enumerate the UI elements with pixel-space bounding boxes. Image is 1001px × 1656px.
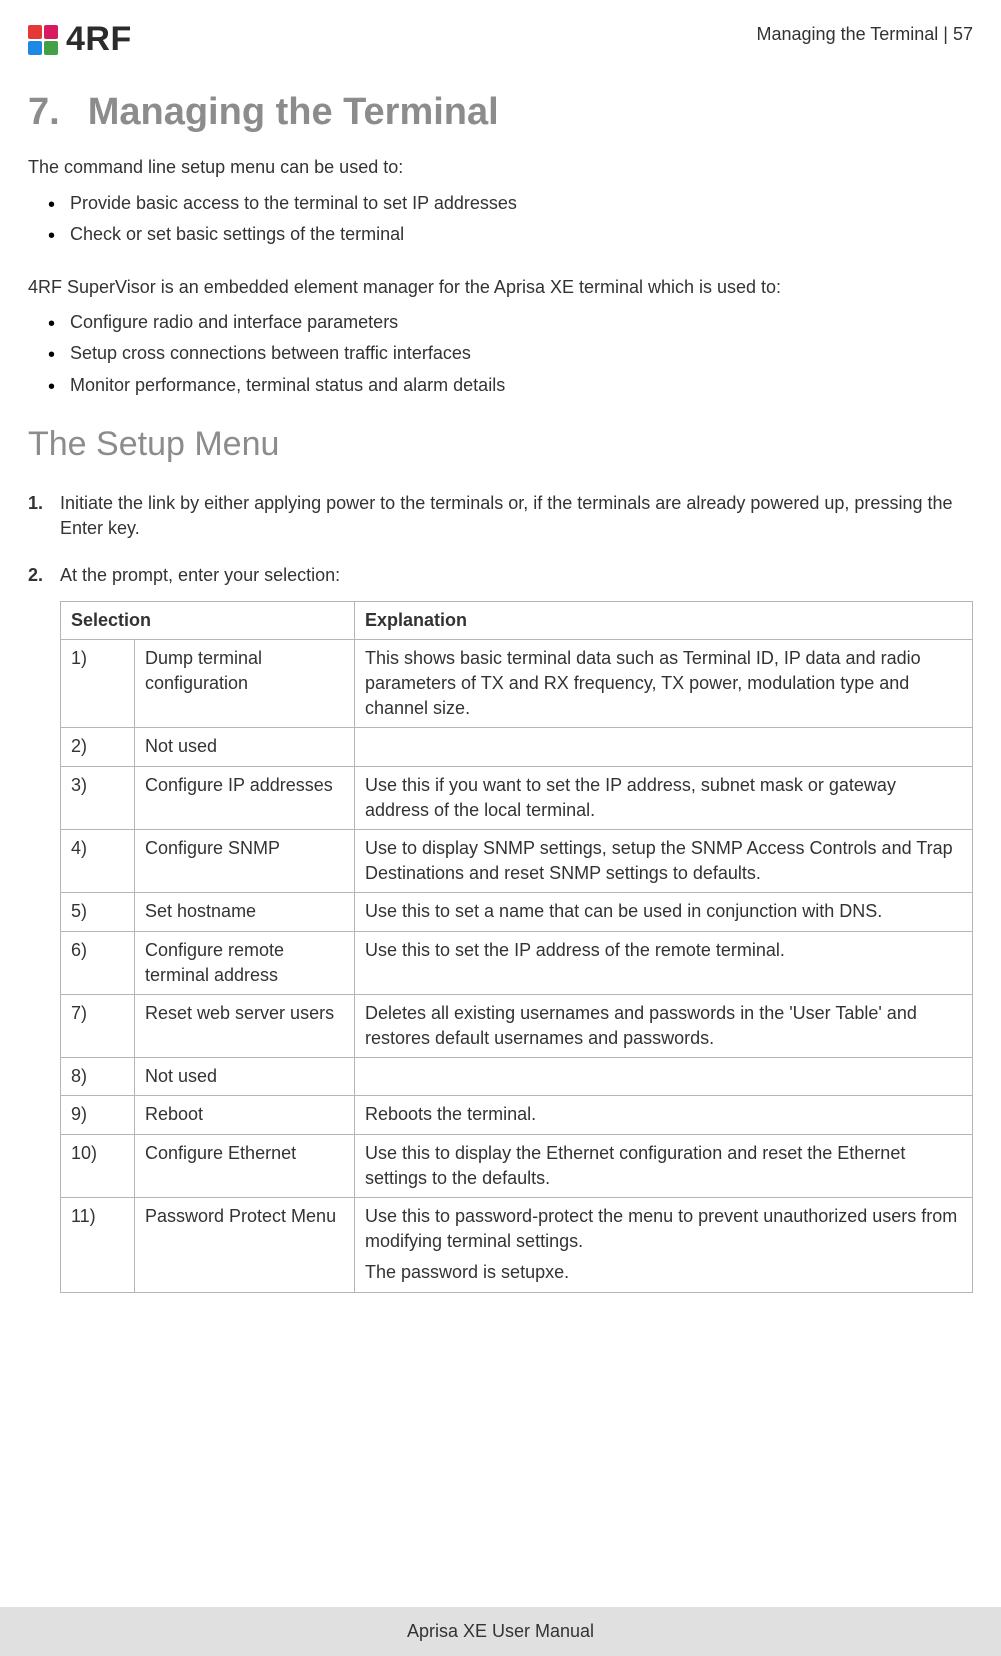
cell-explanation bbox=[355, 728, 973, 766]
cell-selection: Configure IP addresses bbox=[135, 766, 355, 829]
step-item: Initiate the link by either applying pow… bbox=[28, 491, 973, 541]
cell-explanation: This shows basic terminal data such as T… bbox=[355, 639, 973, 728]
cell-number: 10) bbox=[61, 1134, 135, 1197]
cell-selection: Set hostname bbox=[135, 893, 355, 931]
table-row: 2)Not used bbox=[61, 728, 973, 766]
section-title: The Setup Menu bbox=[28, 426, 973, 463]
chapter-title: 7. Managing the Terminal bbox=[28, 92, 973, 134]
table-header-explanation: Explanation bbox=[355, 601, 973, 639]
table-row: 4)Configure SNMPUse to display SNMP sett… bbox=[61, 829, 973, 892]
cell-explanation: Use this if you want to set the IP addre… bbox=[355, 766, 973, 829]
table-row: 1)Dump terminal configurationThis shows … bbox=[61, 639, 973, 728]
table-row: 3)Configure IP addressesUse this if you … bbox=[61, 766, 973, 829]
list-item: Configure radio and interface parameters bbox=[40, 310, 973, 335]
table-row: 7)Reset web server usersDeletes all exis… bbox=[61, 994, 973, 1057]
bullet-list-2: Configure radio and interface parameters… bbox=[28, 310, 973, 398]
bullet-list-1: Provide basic access to the terminal to … bbox=[28, 191, 973, 247]
cell-explanation: Use this to password-protect the menu to… bbox=[355, 1198, 973, 1293]
cell-number: 5) bbox=[61, 893, 135, 931]
table-row: 5)Set hostnameUse this to set a name tha… bbox=[61, 893, 973, 931]
table-row: 11)Password Protect MenuUse this to pass… bbox=[61, 1198, 973, 1293]
logo-mark-icon bbox=[28, 25, 58, 55]
cell-selection: Reset web server users bbox=[135, 994, 355, 1057]
cell-selection: Configure SNMP bbox=[135, 829, 355, 892]
page-header-row: 4RF Managing the Terminal | 57 bbox=[28, 14, 973, 64]
cell-explanation: Reboots the terminal. bbox=[355, 1096, 973, 1134]
cell-explanation: Use this to display the Ethernet configu… bbox=[355, 1134, 973, 1197]
cell-selection: Not used bbox=[135, 728, 355, 766]
selection-table: Selection Explanation 1)Dump terminal co… bbox=[60, 601, 973, 1293]
table-header-selection: Selection bbox=[61, 601, 355, 639]
table-row: 8)Not used bbox=[61, 1058, 973, 1096]
chapter-number: 7. bbox=[28, 92, 60, 134]
table-row: 9)RebootReboots the terminal. bbox=[61, 1096, 973, 1134]
cell-selection: Dump terminal configuration bbox=[135, 639, 355, 728]
steps-list: Initiate the link by either applying pow… bbox=[28, 491, 973, 1293]
chapter-name: Managing the Terminal bbox=[88, 92, 499, 134]
page-footer: Aprisa XE User Manual bbox=[0, 1607, 1001, 1656]
cell-selection: Not used bbox=[135, 1058, 355, 1096]
list-item: Monitor performance, terminal status and… bbox=[40, 373, 973, 398]
logo-text: 4RF bbox=[66, 16, 132, 64]
page-number-header: Managing the Terminal | 57 bbox=[757, 16, 973, 47]
cell-selection: Configure Ethernet bbox=[135, 1134, 355, 1197]
step-text: At the prompt, enter your selection: bbox=[60, 565, 340, 585]
cell-explanation: Use this to set a name that can be used … bbox=[355, 893, 973, 931]
cell-number: 1) bbox=[61, 639, 135, 728]
cell-number: 11) bbox=[61, 1198, 135, 1293]
cell-explanation: Deletes all existing usernames and passw… bbox=[355, 994, 973, 1057]
list-item: Check or set basic settings of the termi… bbox=[40, 222, 973, 247]
cell-number: 9) bbox=[61, 1096, 135, 1134]
intro-paragraph-2: 4RF SuperVisor is an embedded element ma… bbox=[28, 275, 973, 300]
cell-number: 3) bbox=[61, 766, 135, 829]
table-row: 6)Configure remote terminal addressUse t… bbox=[61, 931, 973, 994]
logo: 4RF bbox=[28, 16, 132, 64]
cell-explanation: Use to display SNMP settings, setup the … bbox=[355, 829, 973, 892]
cell-selection: Password Protect Menu bbox=[135, 1198, 355, 1293]
cell-number: 7) bbox=[61, 994, 135, 1057]
cell-explanation bbox=[355, 1058, 973, 1096]
cell-explanation: Use this to set the IP address of the re… bbox=[355, 931, 973, 994]
cell-number: 8) bbox=[61, 1058, 135, 1096]
list-item: Setup cross connections between traffic … bbox=[40, 341, 973, 366]
intro-paragraph-1: The command line setup menu can be used … bbox=[28, 155, 973, 180]
step-item: At the prompt, enter your selection: Sel… bbox=[28, 563, 973, 1292]
cell-number: 4) bbox=[61, 829, 135, 892]
table-row: 10)Configure EthernetUse this to display… bbox=[61, 1134, 973, 1197]
cell-selection: Configure remote terminal address bbox=[135, 931, 355, 994]
cell-number: 2) bbox=[61, 728, 135, 766]
list-item: Provide basic access to the terminal to … bbox=[40, 191, 973, 216]
cell-selection: Reboot bbox=[135, 1096, 355, 1134]
cell-number: 6) bbox=[61, 931, 135, 994]
